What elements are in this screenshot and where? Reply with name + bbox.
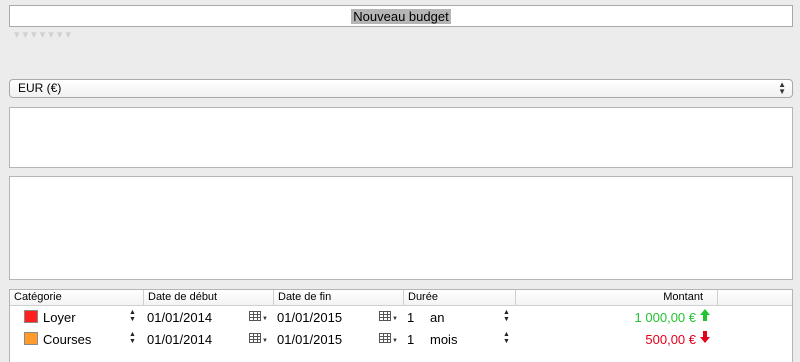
- column-header-date-debut[interactable]: Date de début: [144, 290, 274, 305]
- calendar-icon[interactable]: [249, 333, 261, 343]
- category-label: Courses: [43, 332, 92, 347]
- currency-select[interactable]: EUR (€) ▲ ▼: [9, 79, 793, 98]
- category-stepper-icon[interactable]: ▲ ▼: [129, 309, 136, 323]
- duration-unit[interactable]: mois: [430, 332, 457, 347]
- updown-chevron-icon: ▲ ▼: [778, 80, 786, 96]
- category-stepper-icon[interactable]: ▲ ▼: [129, 331, 136, 345]
- category-color-swatch[interactable]: [24, 332, 38, 345]
- currency-selected-value: EUR (€): [18, 81, 62, 95]
- description-text-area[interactable]: [9, 107, 793, 168]
- table-header: Catégorie Date de début Date de fin Duré…: [10, 290, 792, 306]
- amount-value[interactable]: 1 000,00 €: [635, 310, 696, 325]
- duration-stepper-icon[interactable]: ▲ ▼: [503, 331, 510, 345]
- end-date-field[interactable]: 01/01/2015: [277, 332, 342, 347]
- down-arrow-icon: [700, 331, 710, 343]
- category-label: Loyer: [43, 310, 76, 325]
- notes-text-area[interactable]: [9, 176, 793, 280]
- column-header-duree[interactable]: Durée: [404, 290, 516, 305]
- amount-value[interactable]: 500,00 €: [645, 332, 696, 347]
- calendar-icon[interactable]: [379, 311, 391, 321]
- table-row[interactable]: Courses ▲ ▼ 01/01/2014 ▼ 01/01/2015 ▼ 1 m…: [10, 329, 792, 351]
- chevron-down-icon: ▼: [262, 316, 268, 322]
- end-date-field[interactable]: 01/01/2015: [277, 310, 342, 325]
- column-header-montant[interactable]: Montant: [516, 290, 718, 305]
- column-header-date-fin[interactable]: Date de fin: [274, 290, 404, 305]
- category-color-swatch[interactable]: [24, 310, 38, 323]
- duration-unit[interactable]: an: [430, 310, 444, 325]
- chevron-down-icon: ▼: [392, 316, 398, 322]
- chevron-down-icon: ▼: [392, 338, 398, 344]
- start-date-field[interactable]: 01/01/2014: [147, 310, 212, 325]
- duration-stepper-icon[interactable]: ▲ ▼: [503, 309, 510, 323]
- start-date-field[interactable]: 01/01/2014: [147, 332, 212, 347]
- duration-value[interactable]: 1: [407, 332, 414, 347]
- calendar-icon[interactable]: [249, 311, 261, 321]
- budget-name-value: Nouveau budget: [351, 9, 451, 24]
- calendar-icon[interactable]: [379, 333, 391, 343]
- column-header-categorie[interactable]: Catégorie: [10, 290, 144, 305]
- duration-value[interactable]: 1: [407, 310, 414, 325]
- table-row[interactable]: Loyer ▲ ▼ 01/01/2014 ▼ 01/01/2015 ▼ 1 an …: [10, 307, 792, 329]
- budget-name-field[interactable]: Nouveau budget: [9, 5, 793, 27]
- up-arrow-icon: [700, 309, 710, 321]
- ghost-text: ▾ ▾ ▾ ▾ ▾ ▾ ▾: [14, 29, 71, 41]
- budget-lines-table: Catégorie Date de début Date de fin Duré…: [9, 289, 793, 362]
- chevron-down-icon: ▼: [262, 338, 268, 344]
